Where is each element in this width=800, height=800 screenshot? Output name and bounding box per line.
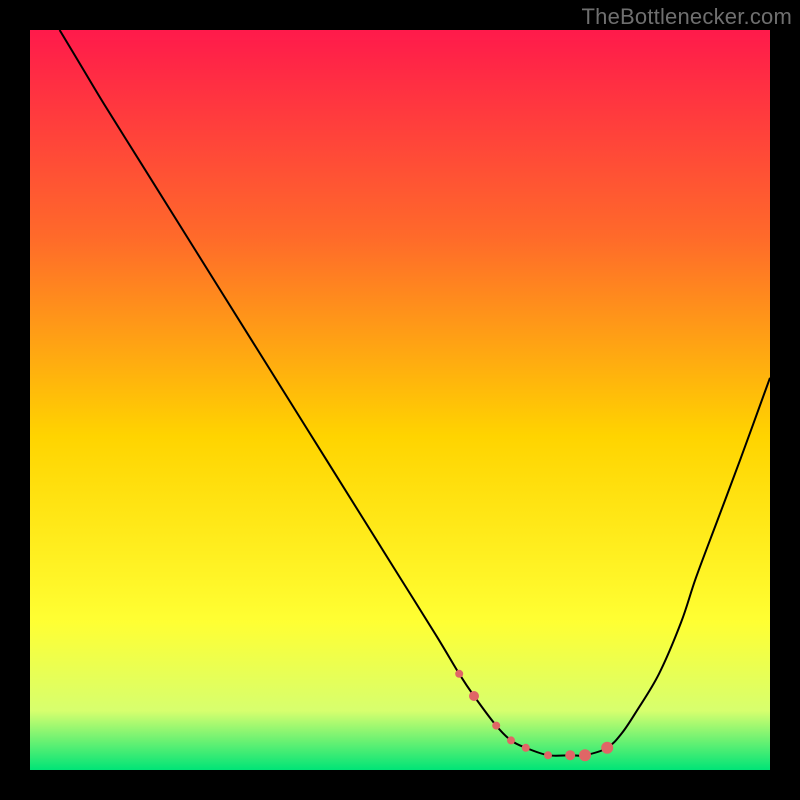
gradient-background xyxy=(30,30,770,770)
marker-point xyxy=(469,691,479,701)
chart-svg xyxy=(30,30,770,770)
marker-point xyxy=(579,749,591,761)
marker-point xyxy=(522,744,530,752)
marker-point xyxy=(492,722,500,730)
chart-area xyxy=(30,30,770,770)
marker-point xyxy=(544,751,552,759)
marker-point xyxy=(507,736,515,744)
watermark-text: TheBottlenecker.com xyxy=(582,4,792,30)
marker-point xyxy=(601,742,613,754)
marker-point xyxy=(565,750,575,760)
marker-point xyxy=(455,670,463,678)
